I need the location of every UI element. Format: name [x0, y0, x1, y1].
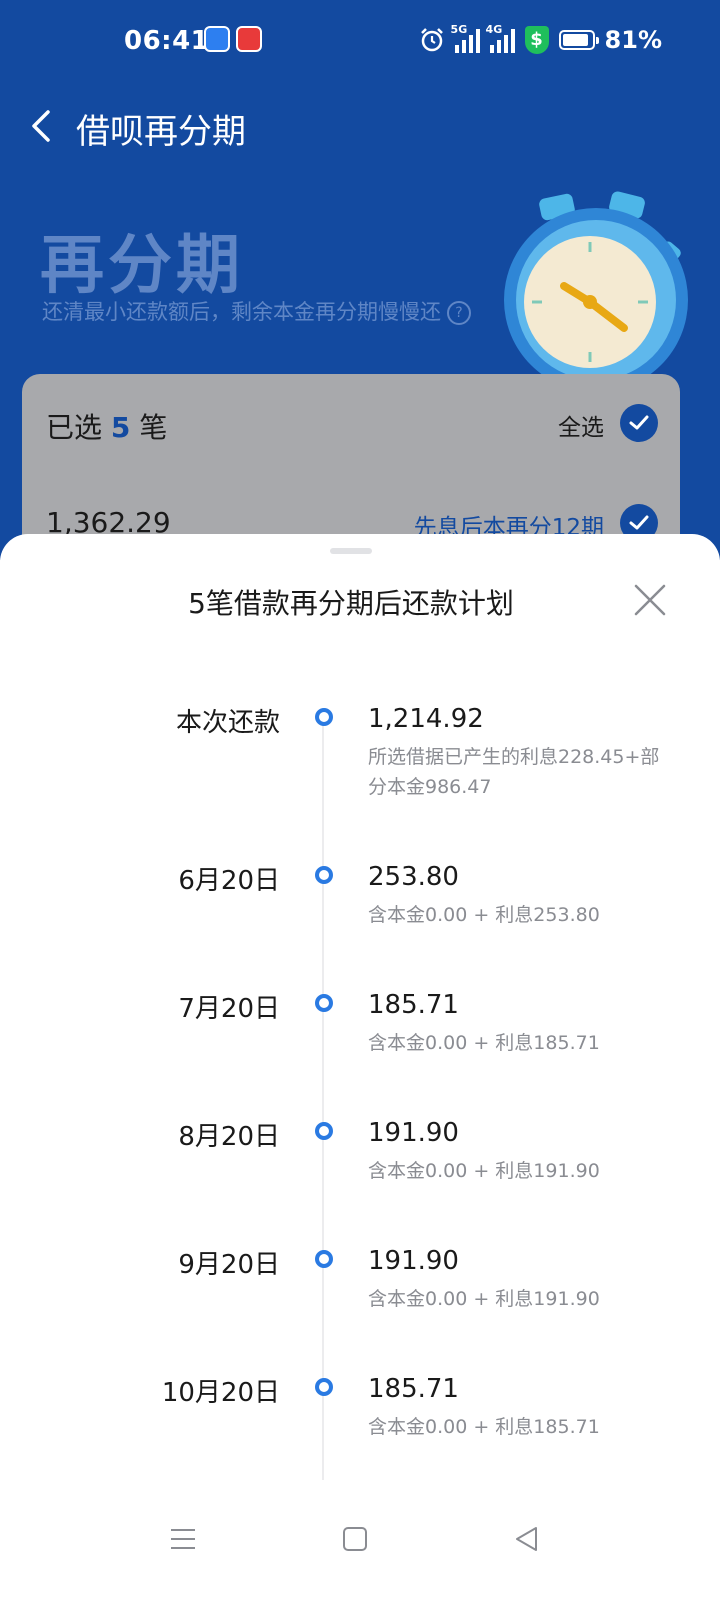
- network-label-4g: 4G: [485, 23, 503, 36]
- row-description: 含本金0.00 + 利息185.71: [368, 1416, 600, 1438]
- battery-percent: 81%: [604, 26, 662, 54]
- alarm-icon: [420, 28, 443, 52]
- status-time: 06:41: [124, 26, 210, 56]
- signal-4g-icon: 4G: [486, 23, 515, 53]
- row-description: 含本金0.00 + 利息185.71: [368, 1032, 600, 1054]
- timeline-dot-icon: [315, 1122, 333, 1140]
- security-shield-icon: $: [524, 26, 549, 54]
- timeline-dot-icon: [315, 1378, 333, 1396]
- network-label-5g: 5G: [450, 23, 468, 36]
- hero-subtitle: 还清最小还款额后，剩余本金再分期慢慢还?: [42, 296, 471, 326]
- menu-icon[interactable]: [170, 1526, 196, 1552]
- back-triangle-icon[interactable]: [514, 1526, 540, 1552]
- row-amount: 185.71: [368, 1374, 459, 1404]
- row-date: 本次还款: [175, 708, 280, 738]
- row-amount: 191.90: [368, 1246, 459, 1276]
- row-description: 含本金0.00 + 利息191.90: [368, 1160, 600, 1182]
- system-nav-bar: [0, 1478, 720, 1608]
- app-notification-icon: [204, 26, 230, 52]
- row-date: 9月20日: [178, 1250, 280, 1280]
- row-amount: 253.80: [368, 862, 459, 892]
- row-description: 所选借据已产生的利息228.45+部分本金986.47: [368, 746, 660, 798]
- selected-count: 已选 5 笔: [46, 406, 167, 446]
- status-bar: 06:41 5G 4G $ 81%: [0, 0, 720, 84]
- stopwatch-icon: [504, 191, 688, 390]
- row-description: 含本金0.00 + 利息253.80: [368, 904, 600, 926]
- help-icon[interactable]: ?: [447, 301, 471, 325]
- timeline-dot-icon: [315, 708, 333, 726]
- timeline-line: [322, 718, 324, 1480]
- sheet-drag-handle[interactable]: [330, 548, 372, 554]
- row-description: 含本金0.00 + 利息191.90: [368, 1288, 600, 1310]
- select-all-check-icon[interactable]: [620, 404, 658, 442]
- app-notification-icon: [236, 26, 262, 52]
- header-background: 06:41 5G 4G $ 81% 借呗再分期 再分期 还清最小还款额后，剩余本…: [0, 0, 720, 594]
- status-icons: 5G 4G $ 81%: [419, 22, 662, 58]
- hero-title: 再分期: [40, 229, 244, 303]
- signal-5g-icon: 5G: [451, 23, 480, 53]
- row-amount: 1,214.92: [368, 704, 484, 734]
- row-date: 7月20日: [178, 994, 280, 1024]
- home-square-icon[interactable]: [342, 1526, 368, 1552]
- timeline-dot-icon: [315, 1250, 333, 1268]
- row-date: 10月20日: [161, 1378, 280, 1408]
- row-amount: 185.71: [368, 990, 459, 1020]
- row-date: 6月20日: [178, 866, 280, 896]
- row-date: 8月20日: [178, 1122, 280, 1152]
- selected-number: 5: [110, 411, 131, 444]
- row-amount: 191.90: [368, 1118, 459, 1148]
- selected-prefix: 已选: [46, 411, 103, 444]
- back-arrow-icon[interactable]: [24, 106, 64, 146]
- close-icon[interactable]: [628, 578, 672, 622]
- repayment-plan-sheet: 5笔借款再分期后还款计划 本次还款 1,214.92 所选借据已产生的利息228…: [0, 534, 720, 1608]
- select-all-label[interactable]: 全选: [558, 408, 604, 442]
- timeline-dot-icon: [315, 994, 333, 1012]
- hero-subtitle-text: 还清最小还款额后，剩余本金再分期慢慢还: [42, 300, 441, 324]
- selected-suffix: 笔: [139, 411, 168, 444]
- sheet-title: 5笔借款再分期后还款计划: [188, 587, 514, 620]
- battery-icon: [558, 30, 599, 50]
- page-title: 借呗再分期: [76, 112, 246, 152]
- timeline-dot-icon: [315, 866, 333, 884]
